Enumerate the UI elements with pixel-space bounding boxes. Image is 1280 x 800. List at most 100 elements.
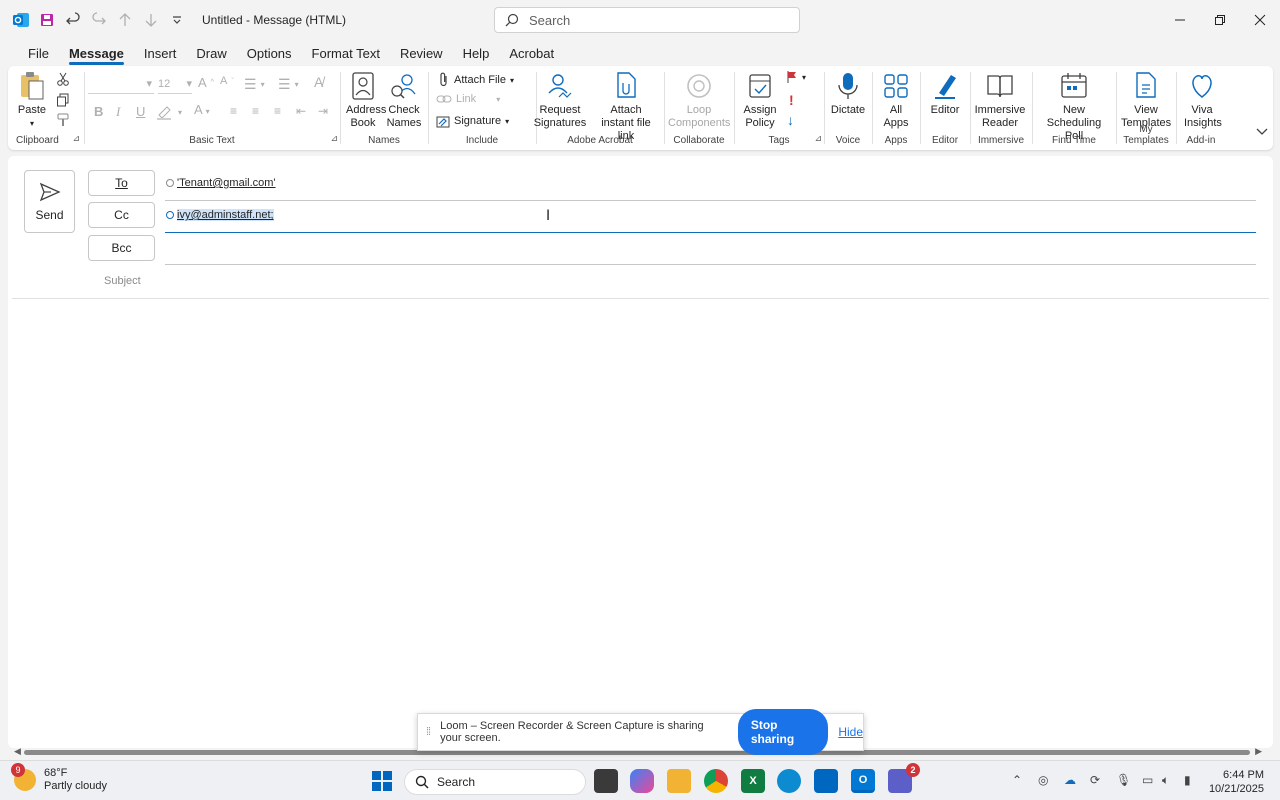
scroll-left-icon[interactable]: ◀ [14,746,21,757]
tab-review[interactable]: Review [390,40,453,66]
tab-format-text[interactable]: Format Text [302,40,390,66]
tray-app-icon[interactable]: ◎ [1038,773,1048,787]
tab-insert[interactable]: Insert [134,40,187,66]
outlook-taskbar-icon[interactable]: O [851,769,875,793]
numbering-icon[interactable]: ☰ ▾ [278,76,299,93]
task-view-icon[interactable] [594,769,618,793]
loop-icon [683,70,715,102]
decrease-indent-icon[interactable]: ⇤ [296,104,306,118]
to-recipient[interactable]: 'Tenant@gmail.com' [166,177,276,189]
to-button[interactable]: To [88,170,155,196]
assign-policy-button[interactable]: Assign Policy [740,70,780,130]
new-scheduling-poll-button[interactable]: New Scheduling Poll [1034,70,1114,143]
tab-file[interactable]: File [18,40,59,66]
increase-indent-icon[interactable]: ⇥ [318,104,328,118]
request-signatures-button[interactable]: Request Signatures [530,70,590,130]
clipboard-launcher-icon[interactable]: ⊿ [72,133,80,144]
tab-help[interactable]: Help [453,40,500,66]
low-importance-icon[interactable]: ↓ [787,112,794,128]
search-box[interactable]: Search [494,7,800,33]
ribbon-collapse-icon[interactable] [1256,128,1268,136]
volume-icon[interactable]: 🔈︎ [1162,773,1169,788]
battery-icon[interactable]: ▮ [1184,773,1191,787]
loop-components-button[interactable]: Loop Components [660,70,738,130]
drag-handle-icon[interactable]: ⁞⁞ [426,726,431,738]
view-templates-button[interactable]: View Templates [1120,70,1172,130]
format-painter-icon[interactable] [56,113,70,127]
copy-icon[interactable] [56,93,70,107]
bold-icon[interactable]: B [94,104,103,119]
up-arrow-icon[interactable] [114,9,136,31]
teams-icon[interactable]: 2 [888,763,920,793]
immersive-reader-button[interactable]: Immersive Reader [972,70,1028,130]
tab-message[interactable]: Message [59,40,134,66]
tags-launcher-icon[interactable]: ⊿ [814,133,822,144]
font-color-icon[interactable]: A ▾ [194,102,210,117]
align-right-icon[interactable]: ≡ [274,104,281,118]
bullets-icon[interactable]: ☰ ▾ [244,76,265,93]
store-icon[interactable] [814,769,838,793]
redo-icon[interactable] [88,9,110,31]
subject-field[interactable] [12,298,1269,299]
tray-sync-icon[interactable]: ⟳ [1090,773,1100,787]
weather-widget[interactable]: 9 68°F Partly cloudy [11,763,107,793]
highlight-icon[interactable]: ▾ [156,104,182,120]
italic-icon[interactable]: I [116,104,120,120]
network-icon[interactable]: ▭ [1142,773,1153,787]
customize-toolbar-icon[interactable] [166,9,188,31]
basic-text-launcher-icon[interactable]: ⊿ [330,133,338,144]
bcc-field[interactable] [165,264,1256,265]
close-icon[interactable] [1240,0,1280,40]
file-explorer-icon[interactable] [667,769,691,793]
shrink-font-icon[interactable]: Aˇ [220,75,234,87]
high-importance-icon[interactable]: ! [789,92,794,108]
message-body[interactable] [12,302,1269,744]
tab-acrobat[interactable]: Acrobat [499,40,564,66]
grow-font-icon[interactable]: A ^ [198,75,214,90]
align-center-icon[interactable]: ≡ [252,104,259,118]
save-icon[interactable] [36,9,58,31]
undo-icon[interactable] [62,9,84,31]
onedrive-icon[interactable]: ☁ [1064,773,1076,787]
taskbar-search[interactable]: Search [404,769,586,795]
all-apps-button[interactable]: All Apps [878,70,914,130]
cc-button[interactable]: Cc [88,202,155,228]
tab-options[interactable]: Options [237,40,302,66]
address-book-button[interactable]: Address Book [344,70,386,130]
minimize-icon[interactable] [1160,0,1200,40]
copilot-icon[interactable] [630,769,654,793]
excel-icon[interactable]: X [741,769,765,793]
attach-file-button[interactable]: Attach File ▾ [438,72,514,88]
start-button[interactable] [372,771,392,791]
dictate-button[interactable]: Dictate [828,70,868,117]
cut-icon[interactable] [56,72,70,86]
restore-icon[interactable] [1200,0,1240,40]
signature-icon [436,116,450,128]
stop-sharing-button[interactable]: Stop sharing [737,709,829,755]
clear-formatting-icon[interactable]: A̸ [314,74,323,90]
font-size-dropdown[interactable]: 12 ▾ [158,74,192,94]
follow-up-flag-icon[interactable]: ▾ [786,70,806,84]
send-button[interactable]: Send [24,170,75,233]
viva-insights-button[interactable]: Viva Insights [1180,70,1224,130]
align-left-icon[interactable]: ≡ [230,104,237,118]
editor-button[interactable]: Editor [926,70,964,117]
signature-button[interactable]: Signature ▾ [436,114,509,128]
bcc-button[interactable]: Bcc [88,235,155,261]
cc-recipient[interactable]: ivy@adminstaff.net; [166,209,274,221]
tab-draw[interactable]: Draw [186,40,236,66]
down-arrow-icon[interactable] [140,9,162,31]
check-names-button[interactable]: Check Names [384,70,424,130]
edge-icon[interactable] [777,769,801,793]
font-name-dropdown[interactable]: ▾ [88,74,154,94]
chrome-icon[interactable] [704,769,728,793]
clock[interactable]: 6:44 PM 10/21/2025 [1209,768,1264,796]
paste-button[interactable]: Paste ▾ [16,70,48,130]
attach-instant-file-link-button[interactable]: Attach instant file link [588,70,664,143]
hide-link[interactable]: Hide [838,725,863,739]
scroll-right-icon[interactable]: ▶ [1255,746,1262,757]
underline-icon[interactable]: U [136,104,145,119]
microphone-tray-icon[interactable]: 🎙︎ [1116,773,1131,787]
show-hidden-icons-icon[interactable]: ⌃ [1012,773,1022,787]
link-button[interactable]: Link ▾ [436,93,500,105]
